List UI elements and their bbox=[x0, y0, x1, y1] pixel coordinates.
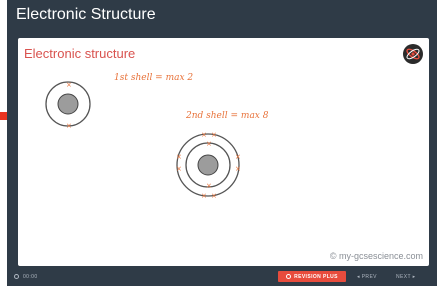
electron-marker: × bbox=[176, 153, 182, 161]
electron-marker: × bbox=[176, 165, 182, 173]
revision-plus-label: REVISION PLUS bbox=[294, 273, 338, 280]
slide-canvas: Electronic structure × × 1st shell = max… bbox=[18, 38, 429, 266]
annotation-first-shell: 1st shell = max 2 bbox=[114, 73, 193, 83]
timer: 00:00 bbox=[14, 271, 38, 282]
annotation-second-shell: 2nd shell = max 8 bbox=[185, 111, 269, 121]
electron-marker: × bbox=[66, 81, 72, 89]
clock-icon bbox=[14, 274, 19, 279]
electron-marker: × bbox=[66, 122, 72, 130]
next-button[interactable]: NEXT ▸ bbox=[396, 271, 416, 282]
video-player: Electronic Structure Electronic structur… bbox=[7, 0, 437, 286]
prev-button[interactable]: ◂ PREV bbox=[357, 271, 377, 282]
electron-marker: × bbox=[211, 192, 217, 200]
electron-marker: × bbox=[235, 165, 241, 173]
electron-marker: × bbox=[201, 192, 207, 200]
atom-second-shell: × × × × × × × × × × bbox=[176, 131, 241, 200]
screenshot-frame: Electronic Structure Electronic structur… bbox=[0, 0, 444, 286]
copyright-text: © my-gcsescience.com bbox=[329, 251, 423, 261]
electron-shell-diagram: × × 1st shell = max 2 2nd shell = max 8 … bbox=[45, 73, 269, 200]
prev-label: ◂ PREV bbox=[357, 273, 377, 280]
timer-label: 00:00 bbox=[23, 273, 38, 280]
electron-marker: × bbox=[211, 131, 217, 139]
next-label: NEXT ▸ bbox=[396, 273, 416, 280]
atom-first-shell: × × bbox=[45, 81, 91, 130]
plus-circle-icon bbox=[286, 274, 292, 279]
electron-marker: × bbox=[206, 182, 212, 190]
player-controls: 00:00 REVISION PLUS ◂ PREV NEXT ▸ bbox=[7, 267, 437, 286]
electron-marker: × bbox=[235, 153, 241, 161]
revision-plus-button[interactable]: REVISION PLUS bbox=[278, 271, 346, 282]
electron-marker: × bbox=[201, 131, 207, 139]
page-title: Electronic Structure bbox=[16, 6, 156, 23]
electron-marker: × bbox=[206, 140, 212, 148]
